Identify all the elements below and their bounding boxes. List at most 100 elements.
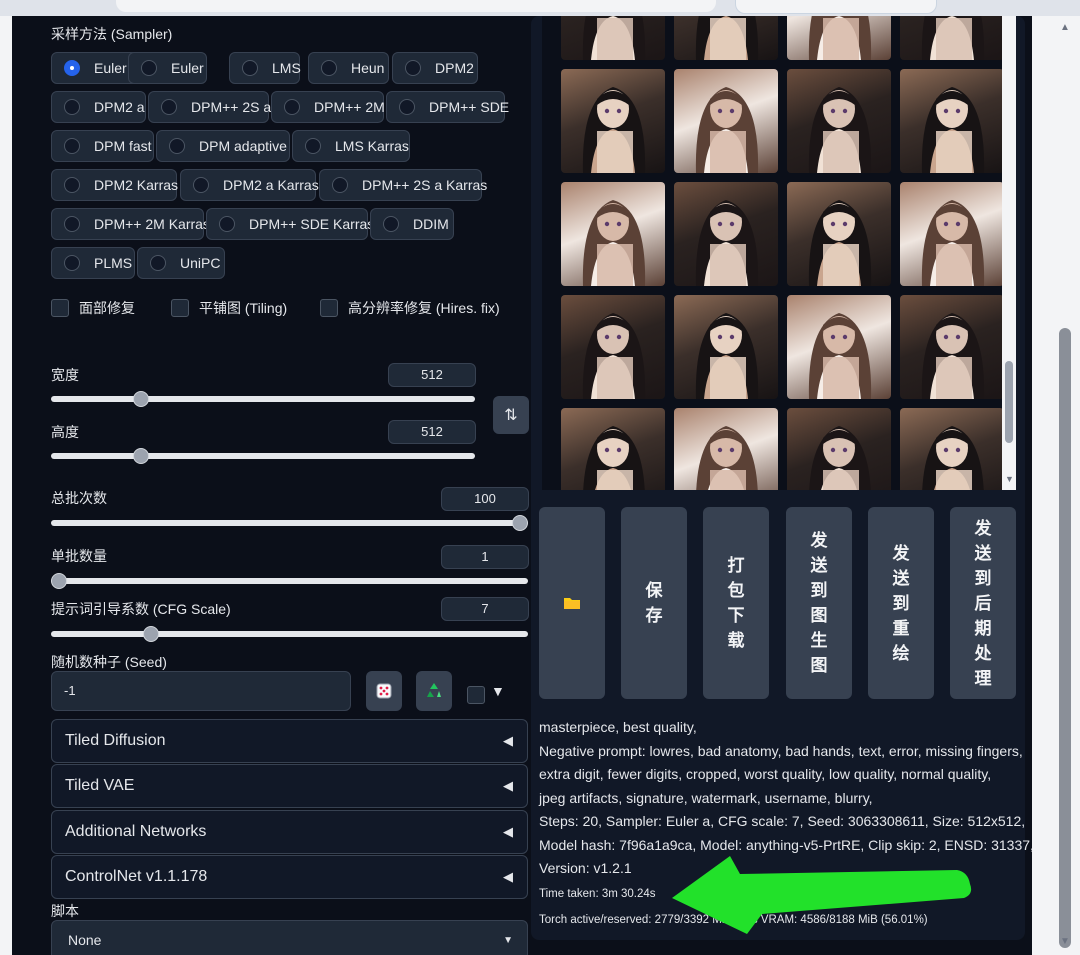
- height-slider-track[interactable]: [51, 453, 475, 459]
- gallery-thumbnail[interactable]: [674, 69, 778, 173]
- gallery-thumbnail[interactable]: [900, 295, 1004, 399]
- script-dropdown[interactable]: None ▼: [51, 920, 528, 955]
- cfg-scale-number-input[interactable]: 7: [441, 597, 529, 621]
- face-restore-checkbox[interactable]: 面部修复: [51, 298, 135, 318]
- sampler-option[interactable]: DPM++ 2S a: [148, 91, 271, 123]
- radio-icon: [161, 99, 177, 115]
- gallery-thumbnail[interactable]: [561, 69, 665, 173]
- thumbnail-shape: [606, 18, 615, 27]
- gallery-thumbnail[interactable]: [787, 16, 891, 60]
- width-number-input[interactable]: 512: [388, 363, 476, 387]
- triangle-down-icon[interactable]: ▼: [491, 683, 505, 699]
- extra-seed-checkbox[interactable]: [467, 686, 485, 704]
- sampler-option[interactable]: LMS Karras: [292, 130, 410, 162]
- gallery-thumbnail[interactable]: [900, 408, 1004, 490]
- thumbnail-shape: [719, 167, 728, 173]
- batch-count-slider-thumb[interactable]: [512, 515, 528, 531]
- gallery-thumbnail[interactable]: [674, 295, 778, 399]
- sampler-option[interactable]: LMS: [229, 52, 301, 84]
- gallery-thumbnail[interactable]: [674, 16, 778, 60]
- additional-networks-accordion[interactable]: Additional Networks ◀: [51, 810, 528, 854]
- batch-size-slider-thumb[interactable]: [51, 573, 67, 589]
- gallery-thumbnail[interactable]: [900, 69, 1004, 173]
- batch-size-number-input[interactable]: 1: [441, 545, 529, 569]
- batch-count-slider-track[interactable]: [51, 520, 528, 526]
- page-scrollbar-thumb[interactable]: [1059, 328, 1071, 948]
- width-slider-thumb[interactable]: [132, 391, 149, 407]
- page-scrollbar[interactable]: ▲ ▼: [1054, 16, 1080, 955]
- zip-download-button[interactable]: 打包下载: [703, 507, 769, 699]
- thumbnail-shape: [850, 479, 859, 488]
- sampler-option[interactable]: DPM2: [392, 52, 478, 84]
- batch-size-label: 单批数量: [51, 548, 107, 564]
- send-to-img2img-button[interactable]: 发送到图生图: [786, 507, 852, 699]
- thumbnail-shape: [963, 149, 972, 158]
- tiled-diffusion-accordion[interactable]: Tiled Diffusion ◀: [51, 719, 528, 763]
- sampler-option[interactable]: DPM++ 2S a Karras: [319, 169, 487, 201]
- sampler-option[interactable]: DDIM: [370, 208, 454, 240]
- sampler-option[interactable]: DPM++ 2M: [271, 91, 385, 123]
- sampler-option[interactable]: Euler: [128, 52, 207, 84]
- controlnet-accordion[interactable]: ControlNet v1.1.178 ◀: [51, 855, 528, 899]
- gallery-thumbnail[interactable]: [787, 408, 891, 490]
- button-char: 理: [974, 668, 992, 688]
- gallery-thumbnail[interactable]: [561, 182, 665, 286]
- tiled-vae-accordion[interactable]: Tiled VAE ◀: [51, 764, 528, 808]
- radio-icon: [169, 138, 185, 154]
- gallery-thumbnail[interactable]: [674, 182, 778, 286]
- sampler-option[interactable]: PLMS: [51, 247, 135, 279]
- height-slider-thumb[interactable]: [132, 448, 149, 464]
- gallery-thumbnail[interactable]: [561, 408, 665, 490]
- gallery-thumbnail[interactable]: [787, 69, 891, 173]
- save-button[interactable]: 保存: [621, 507, 687, 699]
- browser-search-box[interactable]: [735, 0, 937, 14]
- send-to-inpaint-button[interactable]: 发送到重绘: [868, 507, 934, 699]
- swap-dimensions-button[interactable]: ⇅: [493, 396, 529, 434]
- open-folder-button[interactable]: [539, 507, 605, 699]
- cfg-scale-slider-track[interactable]: [51, 631, 528, 637]
- random-seed-button[interactable]: [366, 671, 402, 711]
- sampler-option[interactable]: DPM++ SDE: [386, 91, 509, 123]
- extras-button-label: 发送到后期处理: [975, 516, 992, 691]
- gallery-thumbnail[interactable]: [900, 182, 1004, 286]
- radio-icon: [242, 60, 258, 76]
- scroll-down-arrow-icon[interactable]: ▼: [1060, 936, 1070, 947]
- address-bar[interactable]: [116, 0, 716, 12]
- cfg-scale-slider-thumb[interactable]: [143, 626, 160, 642]
- right-window-edge: [1032, 16, 1054, 955]
- sampler-option[interactable]: DPM2 a Karras: [180, 169, 319, 201]
- scroll-down-arrow-icon[interactable]: ▼: [1005, 474, 1014, 484]
- gallery-thumbnail[interactable]: [674, 408, 778, 490]
- thumbnail-shape: [832, 384, 841, 393]
- thumbnail-shape: [624, 271, 633, 280]
- sampler-option[interactable]: UniPC: [137, 247, 225, 279]
- width-slider-track[interactable]: [51, 396, 475, 402]
- gallery-thumbnail[interactable]: [561, 295, 665, 399]
- sampler-option[interactable]: DPM2 a: [51, 91, 146, 123]
- send-to-extras-button[interactable]: 发送到后期处理: [950, 507, 1016, 699]
- thumbnail-shape: [710, 36, 719, 45]
- gallery-thumbnail[interactable]: [787, 295, 891, 399]
- reuse-seed-button[interactable]: [416, 671, 452, 711]
- sampler-option[interactable]: DPM++ 2M Karras: [51, 208, 210, 240]
- thumbnail-shape: [823, 384, 832, 393]
- sampler-option[interactable]: DPM fast: [51, 130, 154, 162]
- seed-input[interactable]: -1: [51, 671, 351, 711]
- scroll-up-arrow-icon[interactable]: ▲: [1060, 22, 1070, 33]
- gallery-scrollbar[interactable]: ▼: [1002, 16, 1016, 490]
- sampler-option[interactable]: DPM adaptive: [156, 130, 290, 162]
- height-number-input[interactable]: 512: [388, 420, 476, 444]
- hires-fix-checkbox[interactable]: 高分辨率修复 (Hires. fix): [320, 298, 500, 318]
- sampler-option[interactable]: Heun: [308, 52, 389, 84]
- sampler-option[interactable]: DPM2 Karras: [51, 169, 178, 201]
- gallery-thumbnail[interactable]: [561, 16, 665, 60]
- batch-size-slider-track[interactable]: [51, 578, 528, 584]
- thumbnail-shape: [719, 140, 728, 149]
- gallery-thumbnail[interactable]: [900, 16, 1004, 60]
- sampler-option[interactable]: DPM++ SDE Karras: [206, 208, 374, 240]
- gallery-thumbnail[interactable]: [787, 182, 891, 286]
- gallery-scrollbar-thumb[interactable]: [1005, 361, 1013, 443]
- button-char: 生: [810, 631, 828, 650]
- batch-count-number-input[interactable]: 100: [441, 487, 529, 511]
- tiling-checkbox[interactable]: 平铺图 (Tiling): [171, 298, 287, 318]
